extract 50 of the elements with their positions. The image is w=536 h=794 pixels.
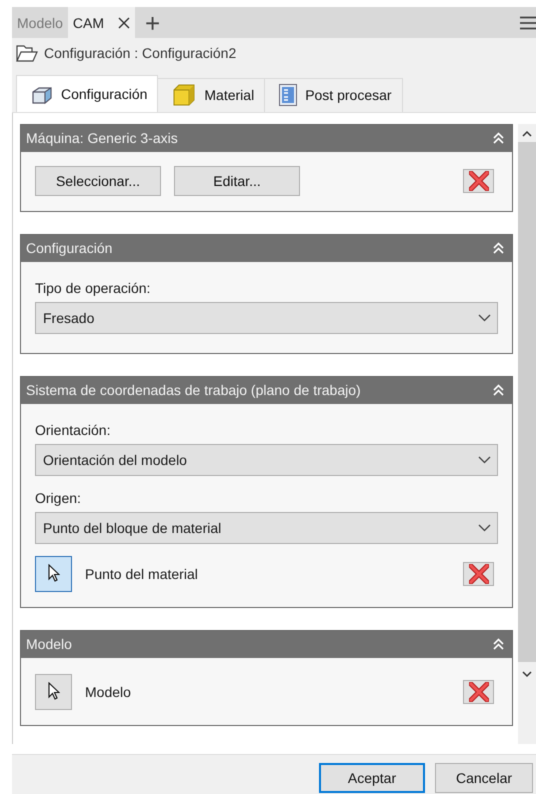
caret-icon xyxy=(478,524,491,532)
collapse-icon[interactable] xyxy=(493,132,504,144)
tab[interactable]: Configuración xyxy=(16,74,158,112)
document-tab[interactable]: CAM xyxy=(68,7,136,38)
collapse-icon[interactable] xyxy=(493,242,504,254)
section-header[interactable]: Configuración xyxy=(21,234,512,262)
selection-label: Punto del material xyxy=(85,566,198,582)
delete-icon xyxy=(468,564,488,584)
field-label: Orientación: xyxy=(35,422,112,438)
dialog-button[interactable]: Aceptar xyxy=(319,763,425,793)
scroll-up-icon[interactable] xyxy=(522,130,532,138)
scrollbar-thumb[interactable] xyxy=(518,142,536,662)
caret-icon xyxy=(478,456,491,464)
selection-label: Modelo xyxy=(85,684,131,700)
action-button[interactable]: Editar... xyxy=(174,166,300,196)
gcode-icon xyxy=(279,84,298,106)
tab[interactable]: Post procesar xyxy=(264,78,403,112)
collapse-icon[interactable] xyxy=(493,384,504,396)
section-title: Máquina: Generic 3-axis xyxy=(26,130,178,146)
field-label: Origen: xyxy=(35,490,82,506)
delete-icon xyxy=(468,170,488,191)
action-button[interactable]: Seleccionar... xyxy=(35,166,161,196)
dropdown[interactable]: Fresado xyxy=(35,302,498,334)
select-button[interactable] xyxy=(35,556,72,592)
menu-icon[interactable] xyxy=(520,16,536,30)
delete-button[interactable] xyxy=(463,680,494,704)
cursor-icon xyxy=(48,682,60,702)
select-button[interactable] xyxy=(35,674,72,710)
delete-icon xyxy=(468,682,488,702)
section-header[interactable]: Sistema de coordenadas de trabajo (plano de trabajo) xyxy=(21,376,512,404)
dropdown[interactable]: Orientación del modelo xyxy=(35,444,498,476)
section-title: Modelo xyxy=(26,636,72,652)
section-title: Sistema de coordenadas de trabajo (plano de trabajo) xyxy=(26,382,361,398)
add-tab-button[interactable]: + xyxy=(135,7,170,38)
cursor-icon xyxy=(48,564,60,584)
block-icon xyxy=(172,83,196,108)
delete-button[interactable] xyxy=(463,562,494,586)
close-icon[interactable] xyxy=(118,16,130,29)
breadcrumb-title: Configuración : Configuración2 xyxy=(44,44,236,61)
caret-icon xyxy=(478,314,491,322)
dropdown[interactable]: Punto del bloque de material xyxy=(35,512,498,544)
folder-icon xyxy=(16,44,38,62)
delete-button[interactable] xyxy=(463,168,494,193)
section-header[interactable]: Modelo xyxy=(21,630,512,658)
section-header[interactable]: Máquina: Generic 3-axis xyxy=(21,124,512,152)
collapse-icon[interactable] xyxy=(493,638,504,650)
field-label: Tipo de operación: xyxy=(35,280,152,296)
section-title: Configuración xyxy=(26,240,112,256)
dialog-button[interactable]: Cancelar xyxy=(435,763,533,793)
scroll-down-icon[interactable] xyxy=(522,670,532,678)
